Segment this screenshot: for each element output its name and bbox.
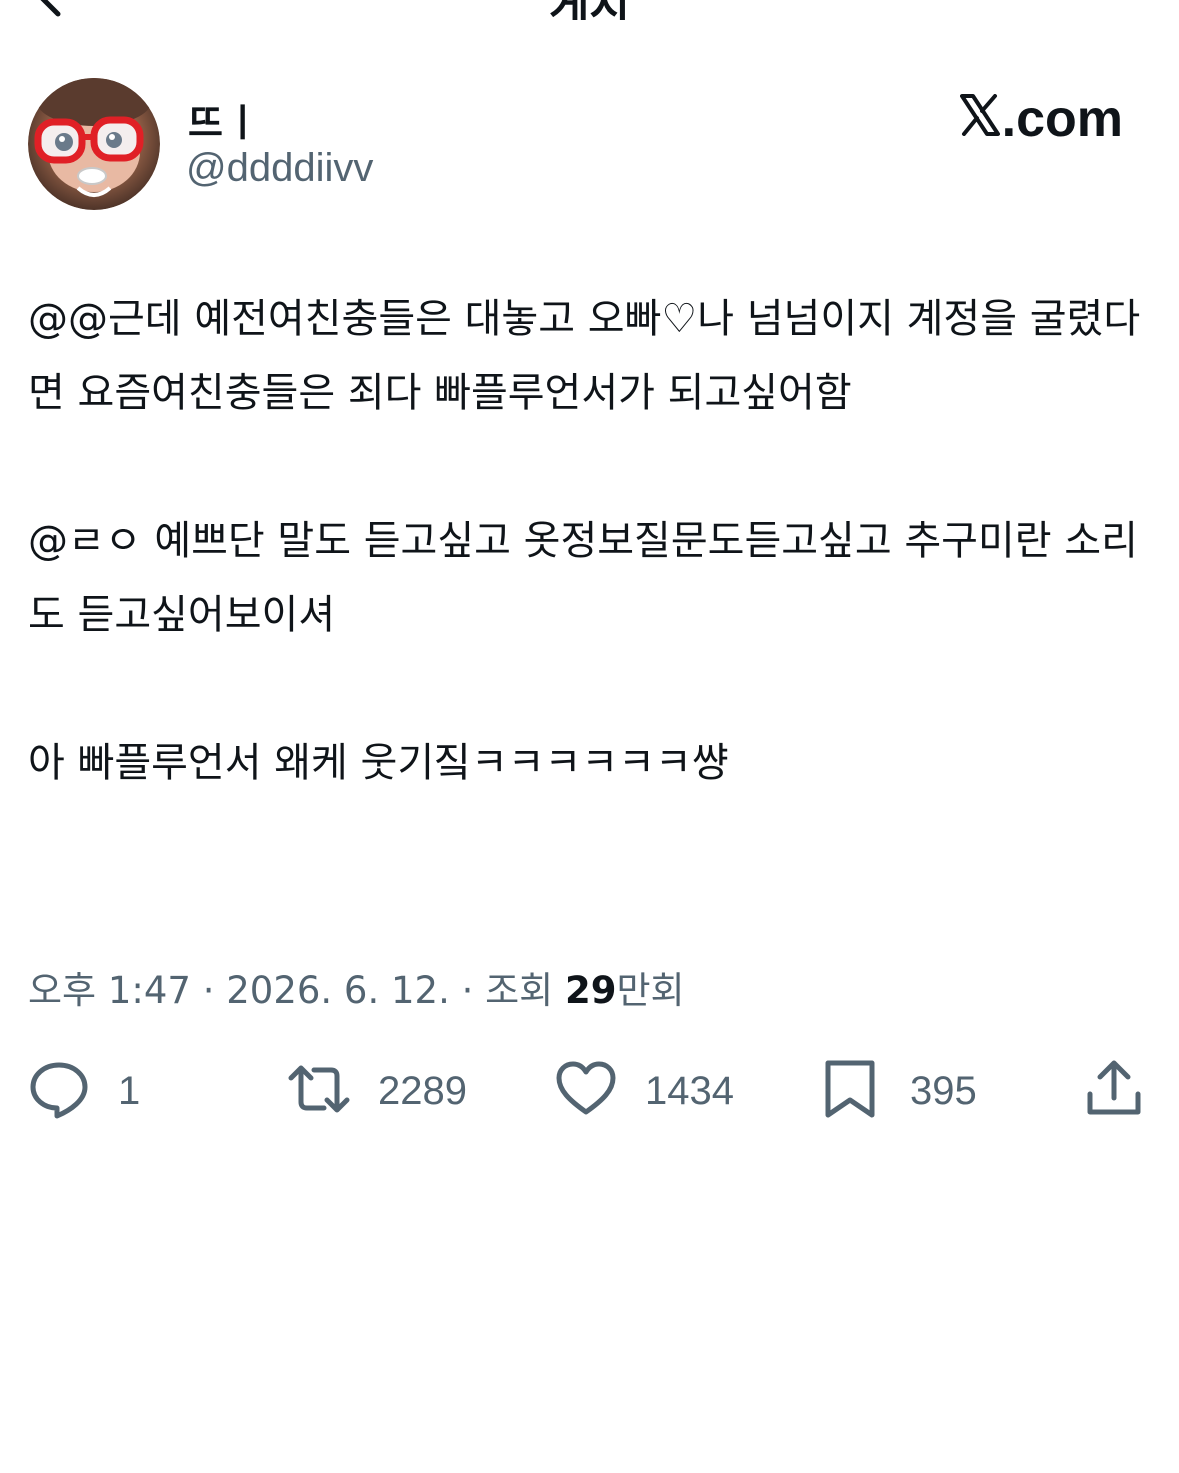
action-bar: 1 2289 1434 395 [0,1056,1179,1126]
share-icon [1084,1058,1146,1125]
bookmark-icon [820,1058,882,1125]
like-button[interactable]: 1434 [555,1056,734,1126]
views-label: 조회 [485,969,554,1012]
tweet-paragraph: @@근데 예전여친충들은 대놓고 오빠♡나 넘넘이지 계정을 굴렸다면 요즘여친… [28,296,1141,416]
top-bar: 게시 [0,0,1179,20]
x-logo-icon [959,89,1002,149]
display-name[interactable]: 뜨ㅣ [188,92,262,147]
x-brand: .com [959,89,1123,149]
meta-separator: · [461,969,474,1012]
reply-count: 1 [118,1068,141,1113]
user-handle[interactable]: @ddddiivv [186,146,373,191]
repost-icon [288,1058,350,1125]
reply-bubble-icon [28,1058,90,1125]
tweet-time[interactable]: 오후 1:47 [28,969,191,1012]
tweet-paragraph: @ㄹㅇ 예쁘단 말도 듣고싶고 옷정보질문도듣고싶고 추구미란 소리도 듣고싶어… [28,518,1138,638]
page-title: 게시 [0,0,1179,20]
tweet-paragraph: 아 빠플루언서 왜케 웃기짘ㅋㅋㅋㅋㅋㅋ썅 [28,740,729,786]
x-logo-text: .com [1001,90,1123,148]
avatar[interactable] [28,78,160,210]
share-button[interactable] [1084,1056,1146,1126]
views-unit: 만회 [616,969,685,1012]
bookmark-count: 395 [910,1068,977,1113]
tweet-text: @@근데 예전여친충들은 대놓고 오빠♡나 넘넘이지 계정을 굴렸다면 요즘여친… [28,282,1158,800]
like-count: 1434 [645,1068,734,1113]
tweet-date[interactable]: 2026. 6. 12. [226,969,450,1012]
repost-count: 2289 [378,1068,467,1113]
heart-icon [555,1058,617,1125]
repost-button[interactable]: 2289 [288,1056,467,1126]
tweet-meta: 오후 1:47 · 2026. 6. 12. · 조회 29만회 [28,960,685,1014]
bookmark-button[interactable]: 395 [820,1056,977,1126]
views-count: 29 [564,969,617,1012]
meta-separator: · [202,969,215,1012]
reply-button[interactable]: 1 [28,1056,140,1126]
